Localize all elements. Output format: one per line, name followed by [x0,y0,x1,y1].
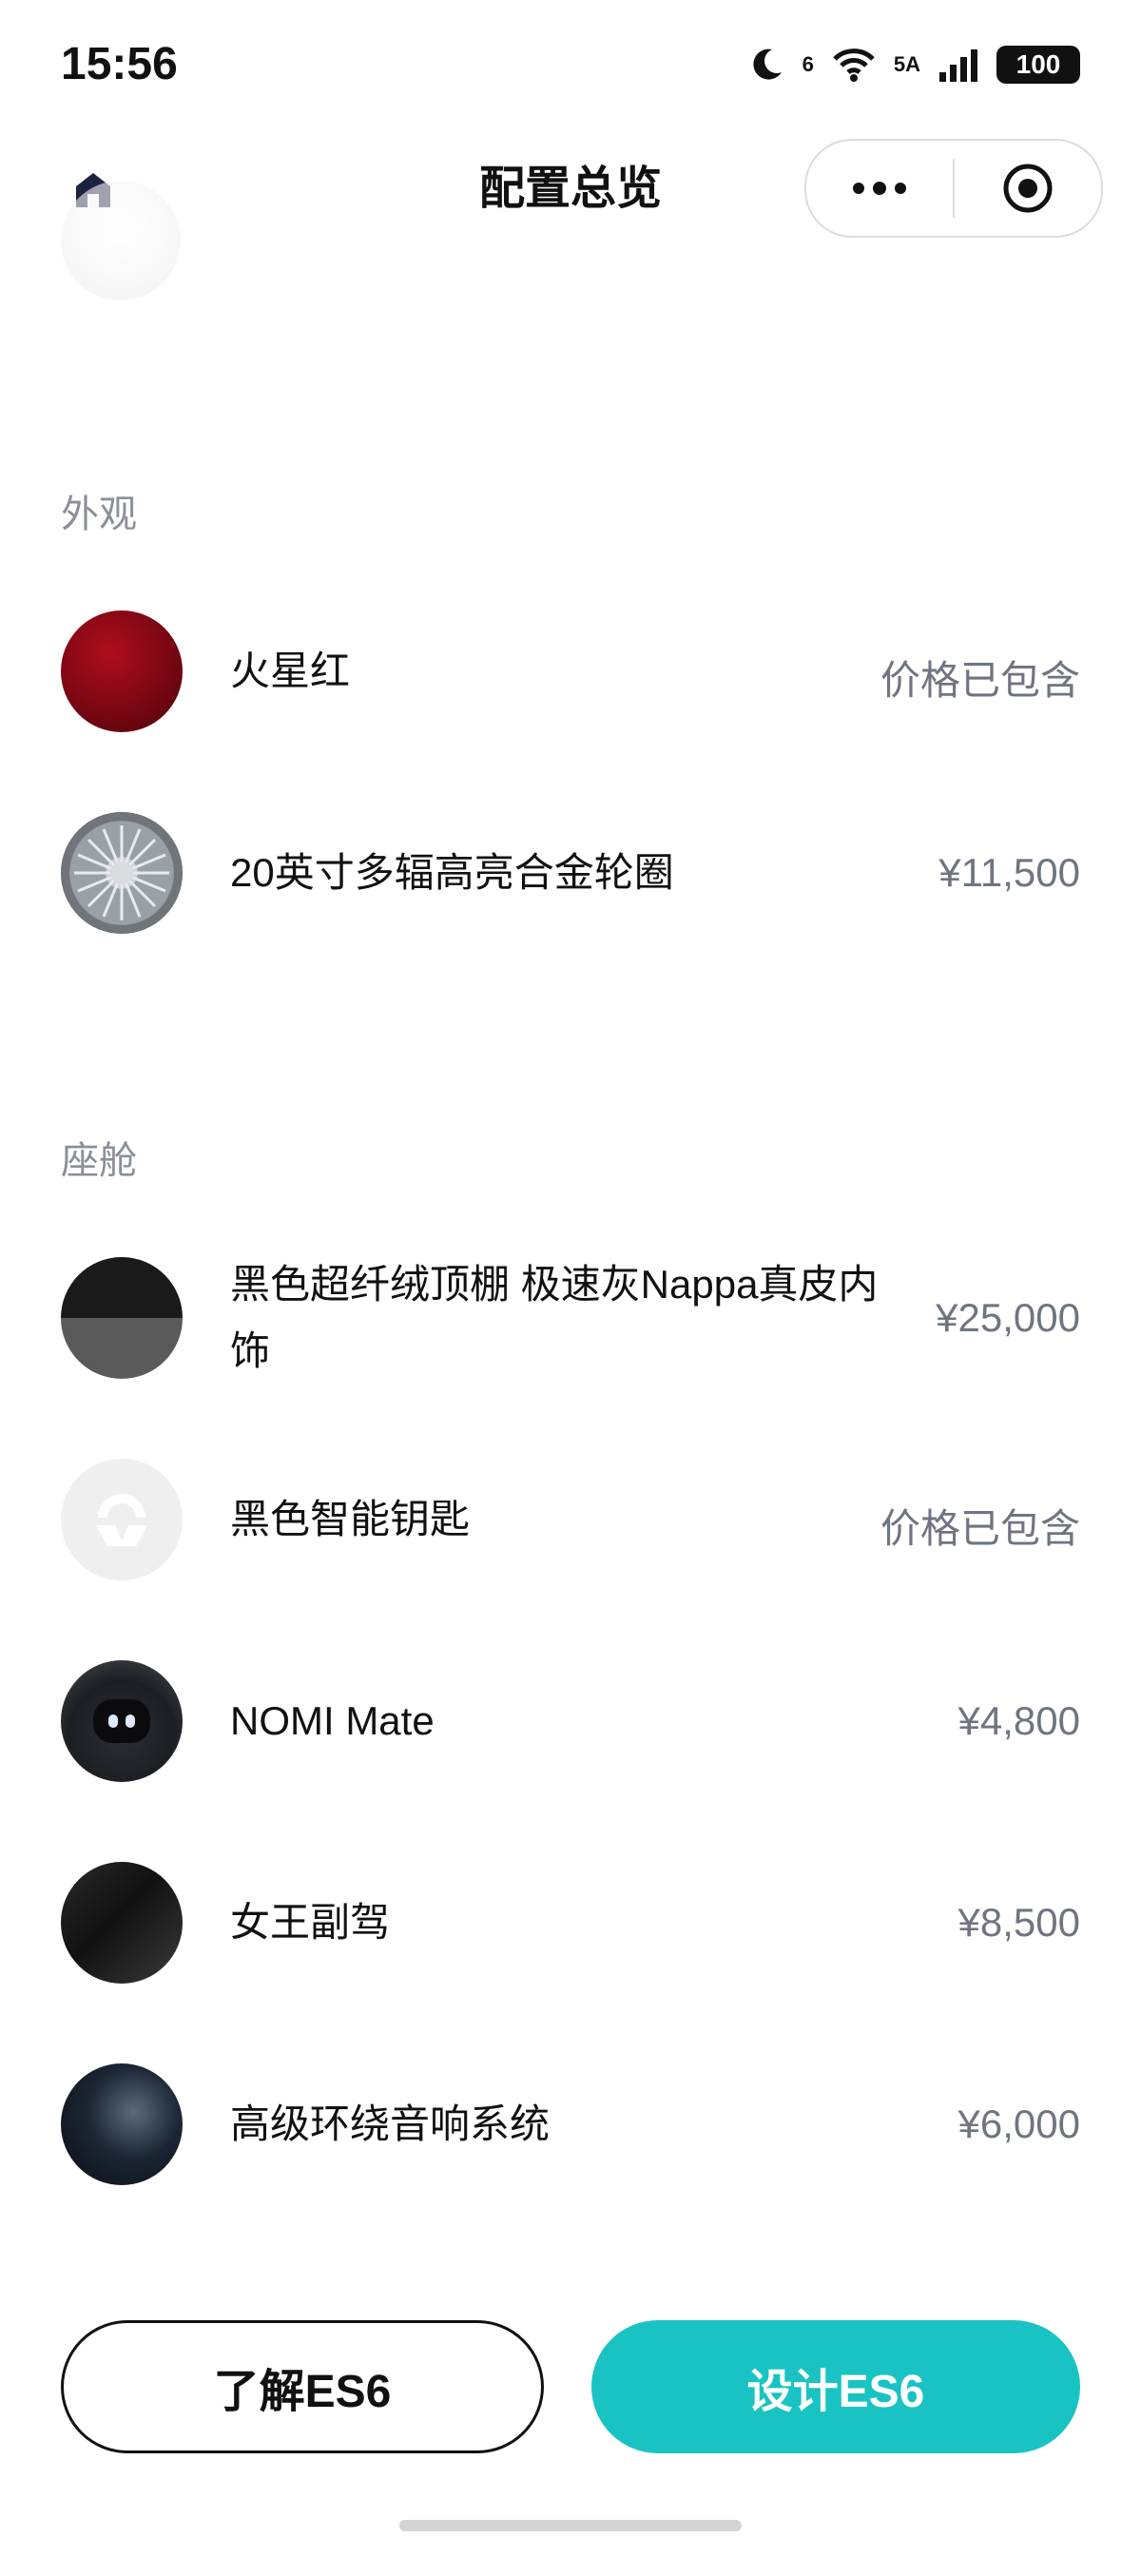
item-name: 火星红 [230,649,351,693]
battery-icon: 100 [996,46,1080,84]
seat-thumbnail [61,1862,183,1984]
item-name: 黑色超纤绒顶棚 极速灰Nappa真皮内饰 [230,1262,879,1373]
scrolled-off-thumbnail [61,181,181,300]
item-name: 女王副驾 [230,1900,391,1945]
home-indicator[interactable] [399,2520,742,2531]
wifi-icon [833,48,875,82]
mini-program-capsule [804,139,1103,238]
cell-signal-icon [939,49,977,82]
list-item: 黑色智能钥匙 价格已包含 [61,1453,1080,1586]
status-bar: 15:56 6 5A 100 [0,0,1141,133]
list-item: NOMI Mate ¥4,800 [61,1655,1080,1788]
color-swatch-mars-red [61,610,183,732]
target-icon [1003,164,1053,213]
wifi-generation-label: 6 [802,52,814,76]
list-item: 高级环绕音响系统 ¥6,000 [61,2058,1080,2191]
nomi-face-graphic [93,1699,150,1743]
item-price: 价格已包含 [880,1506,1080,1551]
interior-thumbnail [61,1257,183,1379]
bottom-action-bar: 了解ES6 设计ES6 [0,2320,1141,2463]
moon-icon [753,48,782,80]
list-item: 女王副驾 ¥8,500 [61,1856,1080,1989]
nomi-thumbnail [61,1660,183,1782]
item-price: ¥11,500 [938,850,1080,895]
wheel-spokes-graphic [74,825,169,920]
list-item: 黑色超纤绒顶棚 极速灰Nappa真皮内饰 ¥25,000 [61,1251,1080,1404]
item-price: ¥4,800 [957,1698,1080,1743]
close-miniprogram-button[interactable] [955,141,1101,236]
section-title-exterior: 外观 [61,494,137,535]
item-name: 高级环绕音响系统 [230,2101,551,2146]
battery-level: 100 [1015,49,1061,79]
list-item: 火星红 价格已包含 [61,605,1080,738]
status-time: 15:56 [61,39,178,89]
list-item: 20英寸多辐高亮合金轮圈 ¥11,500 [61,806,1080,939]
nomi-eye [108,1714,118,1728]
design-es6-button[interactable]: 设计ES6 [591,2320,1080,2453]
more-dots-icon [853,182,906,195]
status-icons: 6 5A 100 [747,46,1080,84]
item-price: ¥8,500 [957,1900,1080,1945]
section-title-cabin: 座舱 [61,1140,137,1182]
wheel-thumbnail [61,812,183,934]
nio-logo-icon [96,1494,147,1546]
item-name: 黑色智能钥匙 [230,1497,471,1541]
item-price: ¥6,000 [957,2101,1080,2146]
smart-key-thumbnail [61,1459,183,1580]
more-button[interactable] [806,141,953,236]
item-name: NOMI Mate [230,1698,435,1743]
learn-es6-button[interactable]: 了解ES6 [61,2320,544,2453]
item-price: 价格已包含 [880,658,1080,703]
item-price: ¥25,000 [936,1295,1080,1340]
audio-thumbnail [61,2063,183,2185]
nomi-eye [126,1714,135,1728]
signal-type-label: 5A [893,52,920,76]
item-name: 20英寸多辐高亮合金轮圈 [230,850,674,895]
